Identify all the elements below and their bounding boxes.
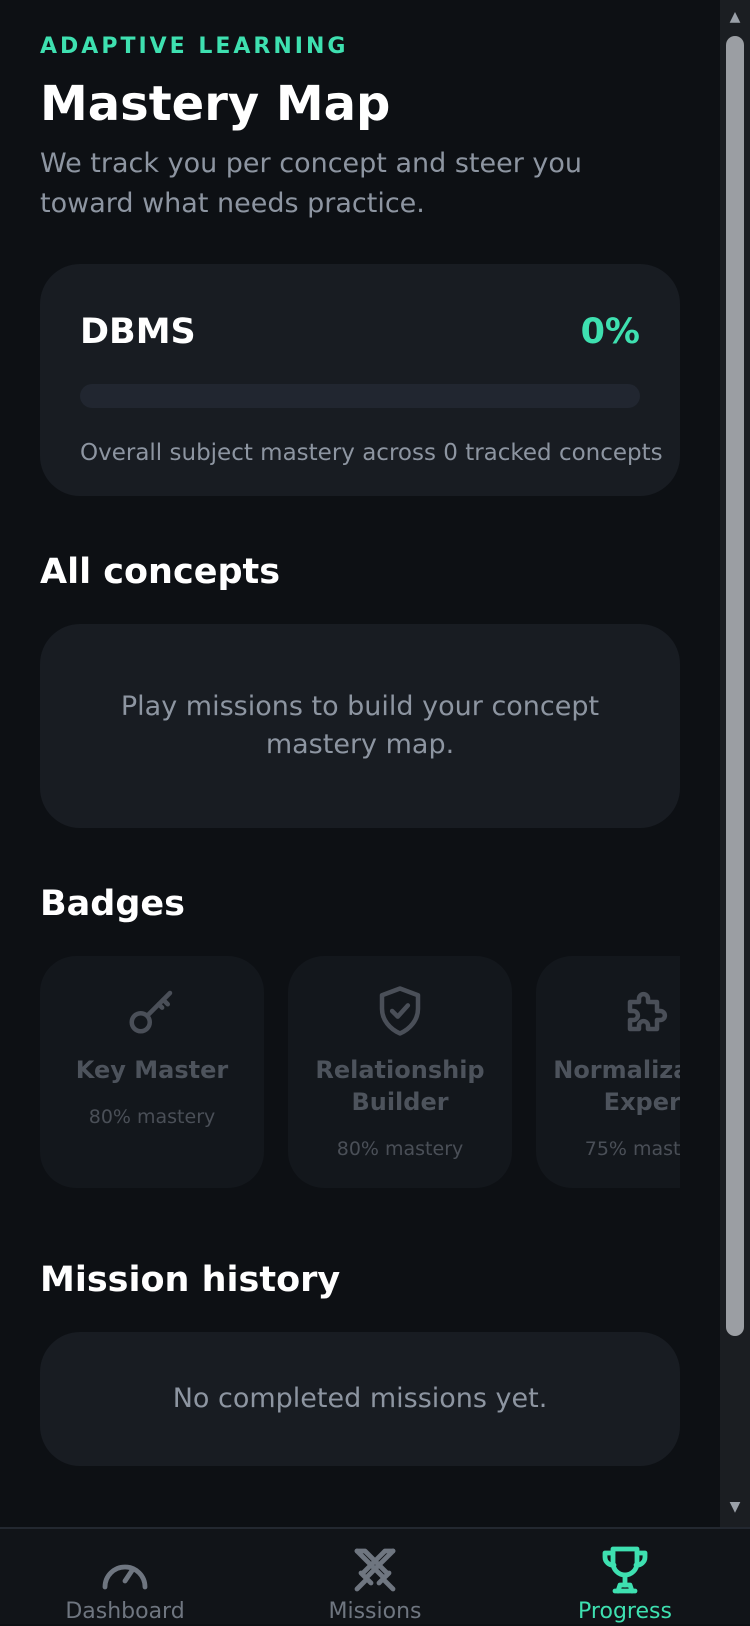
nav-label: Missions bbox=[328, 1599, 422, 1624]
scroll-up-arrow-icon[interactable]: ▲ bbox=[726, 10, 744, 24]
page-title: Mastery Map bbox=[40, 76, 391, 132]
main-scroll-area: ADAPTIVE LEARNING Mastery Map We track y… bbox=[0, 0, 720, 1527]
subject-mastery-progress-bar bbox=[80, 384, 640, 408]
badge-requirement: 80% mastery bbox=[88, 1106, 216, 1128]
badge-card-key-master[interactable]: Key Master 80% mastery bbox=[40, 956, 264, 1188]
bottom-navigation: Dashboard Missions Progress bbox=[0, 1527, 750, 1624]
trophy-icon bbox=[597, 1545, 653, 1597]
badges-carousel[interactable]: Key Master 80% mastery Relationship Buil… bbox=[40, 956, 680, 1188]
shield-check-icon bbox=[373, 984, 427, 1038]
concepts-empty-text: Play missions to build your concept mast… bbox=[120, 691, 600, 760]
badge-requirement: 80% mastery bbox=[336, 1138, 464, 1160]
nav-label: Progress bbox=[578, 1599, 672, 1624]
subject-mastery-caption: Overall subject mastery across 0 tracked… bbox=[80, 440, 663, 466]
section-title-concepts: All concepts bbox=[40, 552, 281, 592]
subject-mastery-percent: 0% bbox=[580, 312, 640, 352]
badge-card-normalization-expert[interactable]: Normalization Expert 75% mastery bbox=[536, 956, 680, 1188]
badge-card-relationship-builder[interactable]: Relationship Builder 80% mastery bbox=[288, 956, 512, 1188]
scroll-down-arrow-icon[interactable]: ▼ bbox=[726, 1500, 744, 1514]
nav-label: Dashboard bbox=[65, 1599, 185, 1624]
mission-history-empty-state: No completed missions yet. bbox=[40, 1332, 680, 1466]
page-subtitle: We track you per concept and steer you t… bbox=[40, 148, 583, 219]
scrollbar-thumb[interactable] bbox=[726, 36, 744, 1336]
mission-history-empty-text: No completed missions yet. bbox=[172, 1383, 548, 1414]
puzzle-icon bbox=[621, 984, 675, 1038]
vertical-scrollbar[interactable]: ▲ ▼ bbox=[720, 0, 750, 1527]
section-title-mission-history: Mission history bbox=[40, 1260, 341, 1300]
badge-name: Relationship Builder bbox=[315, 1056, 485, 1116]
key-icon bbox=[125, 984, 179, 1038]
eyebrow-label: ADAPTIVE LEARNING bbox=[40, 34, 349, 59]
nav-item-progress[interactable]: Progress bbox=[525, 1529, 725, 1626]
concepts-empty-state: Play missions to build your concept mast… bbox=[40, 624, 680, 828]
badge-name: Normalization Expert bbox=[553, 1056, 680, 1116]
subject-name: DBMS bbox=[80, 312, 196, 352]
gauge-icon bbox=[97, 1545, 153, 1597]
section-title-badges: Badges bbox=[40, 884, 185, 924]
badge-requirement: 75% mastery bbox=[584, 1138, 680, 1160]
badge-name: Key Master bbox=[75, 1056, 229, 1084]
subject-mastery-card: DBMS 0% Overall subject mastery across 0… bbox=[40, 264, 680, 496]
nav-item-missions[interactable]: Missions bbox=[275, 1529, 475, 1626]
nav-item-dashboard[interactable]: Dashboard bbox=[25, 1529, 225, 1626]
crossed-swords-icon bbox=[347, 1545, 403, 1597]
